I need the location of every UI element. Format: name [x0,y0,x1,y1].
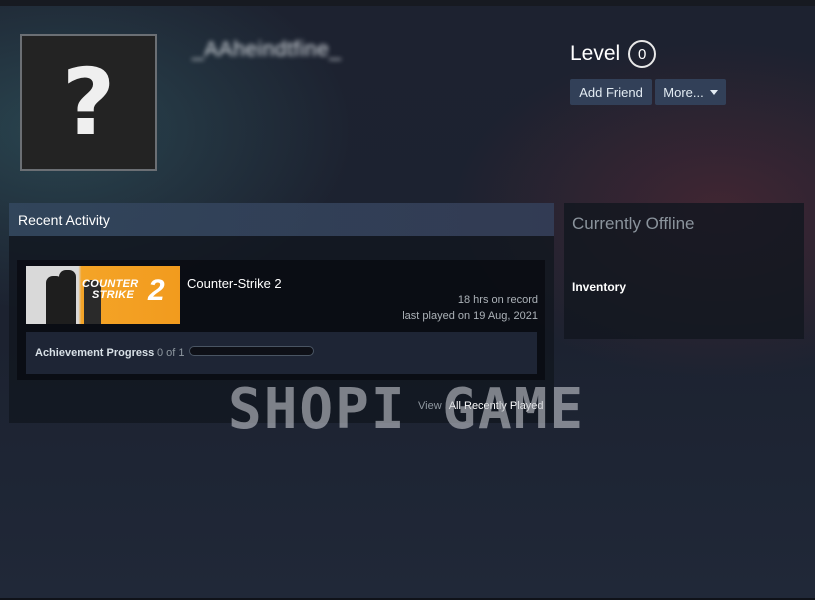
achievement-count: 0 of 1 [157,347,185,359]
add-friend-button[interactable]: Add Friend [570,79,652,105]
recent-activity-header: Recent Activity [9,203,554,236]
inventory-link[interactable]: Inventory [572,280,626,294]
capsule-number: 2 [148,274,165,307]
avatar-placeholder-icon: ? [61,48,116,156]
capsule-title-line2: STRIKE [92,289,135,301]
more-label: More... [663,84,704,100]
game-hours: 18 hrs on record [457,294,538,306]
level-badge[interactable]: 0 [628,40,657,68]
add-friend-label: Add Friend [579,84,643,100]
capsule-figure-2 [59,270,76,324]
more-button[interactable]: More... [655,79,726,105]
watermark: SHOPI GAME [228,377,586,442]
achievement-progress-label: Achievement Progress [35,347,155,359]
game-capsule-image[interactable]: COUNTER STRIKE 2 [26,266,180,324]
persona-name: _AAheindtfine_ [192,38,342,61]
achievement-progress-bar [189,346,314,356]
caret-down-icon [709,90,718,95]
recent-activity-title: Recent Activity [18,211,110,228]
online-status: Currently Offline [572,214,695,233]
capsule-title: COUNTER STRIKE [82,279,139,301]
avatar[interactable]: ? [20,34,157,171]
level-row: Level 0 [570,40,657,68]
top-strip [0,0,815,6]
game-last-played: last played on 19 Aug, 2021 [402,310,538,322]
game-name-link[interactable]: Counter-Strike 2 [187,276,282,291]
level-label: Level [570,42,621,65]
